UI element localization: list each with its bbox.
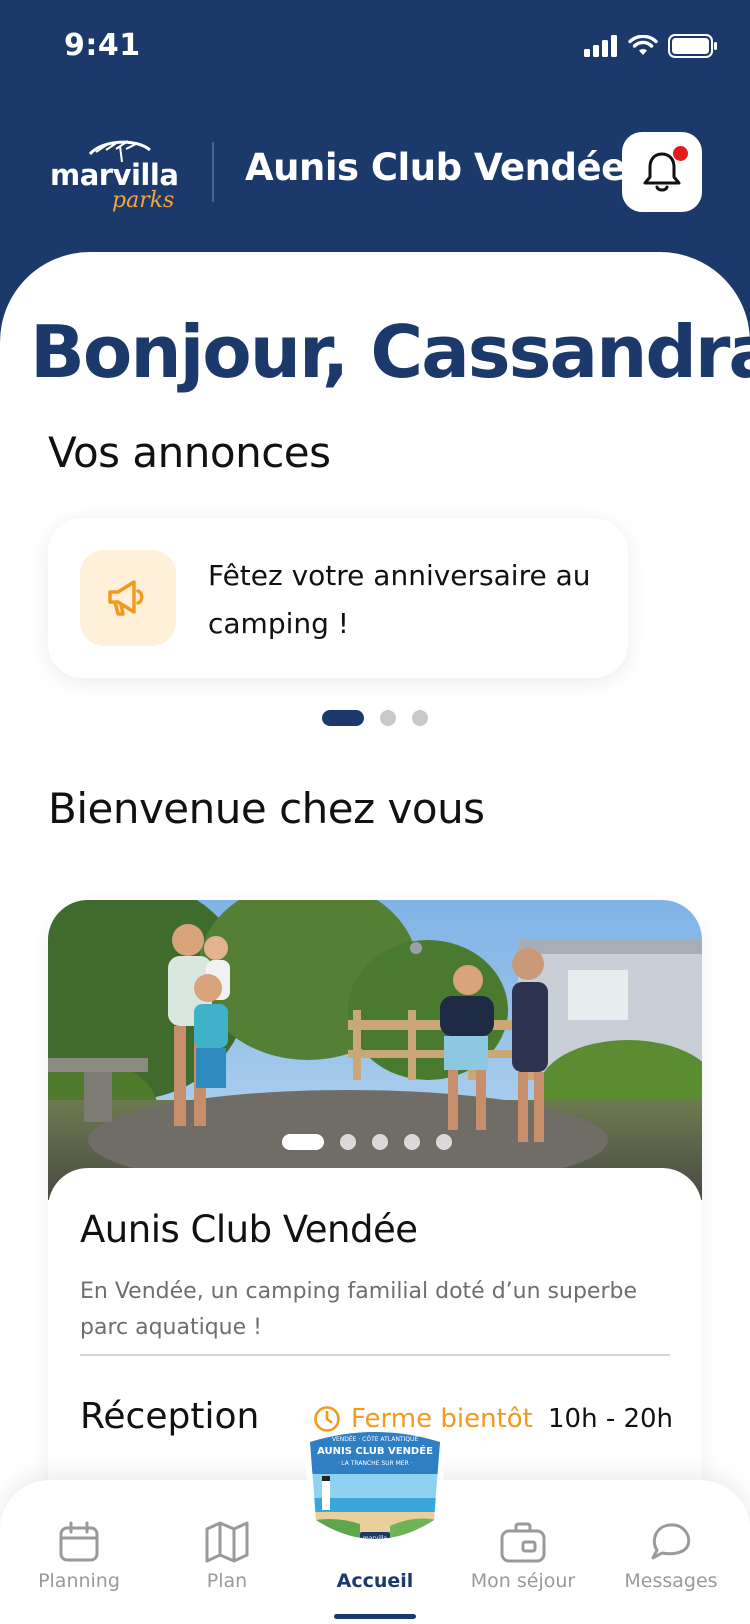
family-photo-illustration	[48, 900, 702, 1200]
reception-hours: 10h - 20h	[548, 1404, 674, 1434]
calendar-icon	[59, 1521, 99, 1562]
tab-plan[interactable]: Plan	[152, 1510, 302, 1592]
badge-line2: AUNIS CLUB VENDÉE	[317, 1444, 433, 1457]
park-card-title: Aunis Club Vendée	[80, 1208, 418, 1251]
reception-label: Réception	[80, 1396, 260, 1437]
pager-dot-active[interactable]	[322, 710, 364, 726]
announcement-card[interactable]: Fêtez votre anniversaire au camping !	[48, 518, 628, 678]
park-card-description: En Vendée, un camping familial doté d’un…	[80, 1279, 637, 1340]
logo-subtitle: parks	[112, 188, 175, 213]
home-badge[interactable]: VENDÉE · CÔTE ATLANTIQUE AUNIS CLUB VEND…	[300, 1427, 450, 1552]
park-photo[interactable]	[48, 900, 702, 1200]
tab-mon-sejour-label: Mon séjour	[470, 1570, 576, 1592]
megaphone-icon	[108, 580, 144, 616]
pager-dot[interactable]	[412, 710, 428, 726]
announcement-icon-box	[80, 550, 176, 646]
announcements-title: Vos annonces	[48, 428, 331, 477]
suitcase-icon	[500, 1522, 546, 1563]
tab-messages-label: Messages	[624, 1570, 718, 1592]
status-bar: 9:41	[0, 0, 750, 90]
park-badge-illustration: VENDÉE · CÔTE ATLANTIQUE AUNIS CLUB VEND…	[303, 1427, 447, 1544]
logo-wordmark: marvilla	[50, 158, 179, 192]
tab-messages[interactable]: Messages	[596, 1510, 746, 1592]
app-header: marvilla parks Aunis Club Vendée	[0, 128, 750, 228]
tab-plan-label: Plan	[206, 1570, 248, 1592]
signal-icon	[584, 35, 617, 57]
photo-dot[interactable]	[340, 1134, 356, 1150]
photo-dot-active[interactable]	[282, 1134, 324, 1150]
announcement-text: Fêtez votre anniversaire au camping !	[208, 559, 591, 640]
chat-icon	[651, 1523, 691, 1560]
active-tab-indicator	[334, 1614, 416, 1619]
status-time: 9:41	[64, 28, 141, 63]
park-name: Aunis Club Vendée	[245, 146, 626, 189]
map-icon	[205, 1521, 249, 1563]
card-divider	[80, 1354, 670, 1356]
status-icons	[584, 34, 718, 58]
badge-line3: · LA TRANCHE SUR MER ·	[337, 1460, 412, 1467]
photo-dot[interactable]	[372, 1134, 388, 1150]
tab-mon-sejour[interactable]: Mon séjour	[448, 1510, 598, 1592]
announcements-pager[interactable]	[322, 710, 428, 726]
tab-planning[interactable]: Planning	[4, 1510, 154, 1592]
pager-dot[interactable]	[380, 710, 396, 726]
battery-icon	[668, 34, 717, 58]
notification-dot	[673, 146, 688, 161]
notifications-button[interactable]	[622, 132, 702, 212]
wifi-icon	[628, 35, 658, 55]
header-divider	[212, 142, 214, 202]
photo-pager[interactable]	[282, 1134, 452, 1150]
tab-planning-label: Planning	[38, 1570, 120, 1592]
greeting-title: Bonjour, Cassandra	[30, 310, 750, 394]
park-card[interactable]: Aunis Club Vendée En Vendée, un camping …	[48, 900, 702, 1520]
marvilla-logo[interactable]: marvilla parks	[50, 138, 180, 218]
tab-accueil-label: Accueil	[336, 1570, 414, 1592]
photo-dot[interactable]	[436, 1134, 452, 1150]
welcome-title: Bienvenue chez vous	[48, 784, 485, 833]
photo-dot[interactable]	[404, 1134, 420, 1150]
home-content[interactable]: Bonjour, Cassandra Vos annonces Fêtez vo…	[0, 252, 750, 1624]
badge-line1: VENDÉE · CÔTE ATLANTIQUE	[332, 1435, 419, 1443]
